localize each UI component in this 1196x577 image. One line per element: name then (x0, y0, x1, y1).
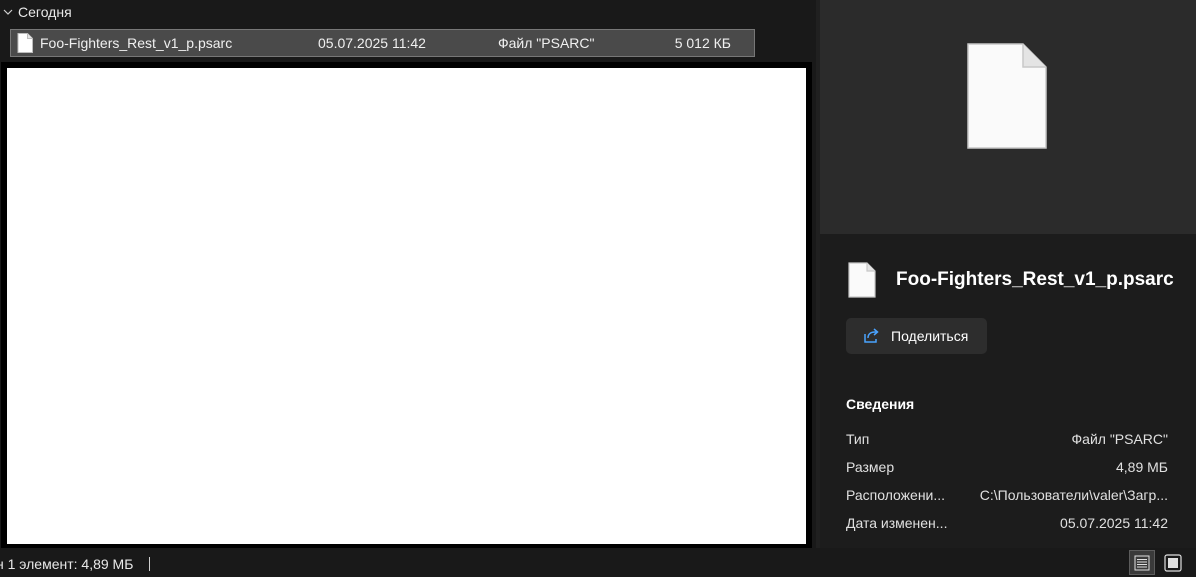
file-name-cell: Foo-Fighters_Rest_v1_p.psarc (40, 35, 233, 51)
details-pane: Foo-Fighters_Rest_v1_p.psarc Поделиться … (820, 0, 1196, 548)
property-value[interactable]: C:\Пользователи\valer\Загр... (963, 487, 1168, 503)
group-header-today[interactable]: Сегодня (0, 0, 816, 24)
details-view-button[interactable] (1129, 550, 1155, 575)
property-row-type: Тип Файл "PSARC" (846, 431, 1168, 451)
details-header: Foo-Fighters_Rest_v1_p.psarc (848, 262, 1188, 298)
property-row-location: Расположени... C:\Пользователи\valer\Заг… (846, 487, 1168, 507)
file-row-selected[interactable]: Foo-Fighters_Rest_v1_p.psarc 05.07.2025 … (10, 29, 755, 57)
details-view-icon (1134, 555, 1150, 570)
property-value: 05.07.2025 11:42 (1060, 515, 1168, 531)
share-button-label: Поделиться (891, 328, 969, 344)
file-date-cell: 05.07.2025 11:42 (318, 35, 426, 51)
details-section-title: Сведения (846, 396, 915, 412)
property-value: 4,89 МБ (1116, 459, 1168, 475)
selection-status: н 1 элемент: 4,89 МБ (0, 556, 134, 572)
file-list-pane: Сегодня Foo-Fighters_Rest_v1_p.psarc 05.… (0, 0, 816, 548)
preview-overlay (1, 62, 812, 548)
status-separator (149, 557, 150, 571)
property-label: Дата изменен... (846, 515, 948, 531)
file-icon (17, 33, 33, 53)
status-bar: н 1 элемент: 4,89 МБ (0, 548, 1196, 577)
property-row-size: Размер 4,89 МБ (846, 459, 1168, 479)
property-value: Файл "PSARC" (1071, 431, 1168, 447)
preview-overlay-content (7, 68, 806, 544)
tiles-view-icon (1164, 553, 1182, 572)
file-size-cell: 5 012 КБ (674, 35, 731, 51)
share-button[interactable]: Поделиться (846, 318, 987, 354)
thumbnail-area (820, 0, 1196, 234)
file-thumbnail-icon (967, 43, 1047, 149)
file-type-cell: Файл "PSARC" (498, 35, 595, 51)
property-label: Расположени... (846, 487, 946, 503)
property-label: Тип (846, 431, 870, 447)
tiles-view-button[interactable] (1160, 550, 1186, 575)
chevron-down-icon (3, 9, 13, 15)
property-row-date-modified: Дата изменен... 05.07.2025 11:42 (846, 515, 1168, 535)
share-icon (864, 328, 879, 343)
file-explorer-window: Сегодня Foo-Fighters_Rest_v1_p.psarc 05.… (0, 0, 1196, 577)
group-label: Сегодня (18, 4, 72, 20)
details-file-name: Foo-Fighters_Rest_v1_p.psarc (896, 269, 1174, 290)
property-label: Размер (846, 459, 895, 475)
file-icon (848, 262, 876, 298)
